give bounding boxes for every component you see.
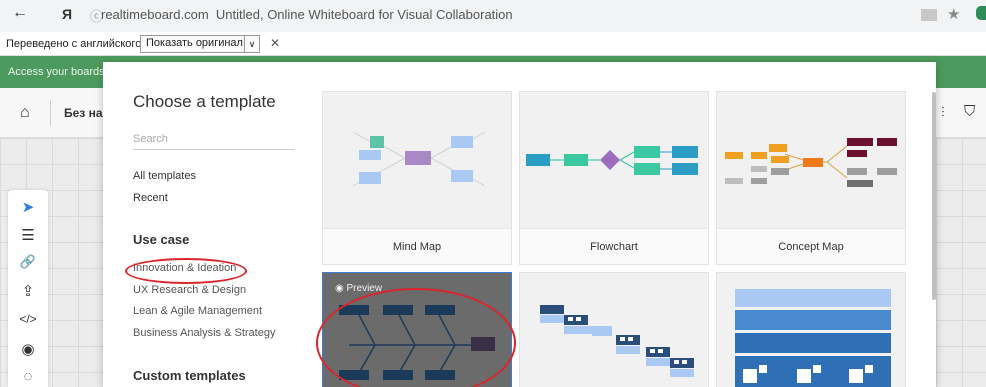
flowchart-preview-icon <box>526 146 698 175</box>
page: ← Я ⓒ realtimeboard.com Untitled, Online… <box>0 0 986 387</box>
modal-scrollbar[interactable] <box>932 92 936 300</box>
flowchart-thumbnail <box>520 92 708 228</box>
template-picker-modal: Choose a template All templates Recent U… <box>103 62 936 387</box>
template-sidebar: Choose a template All templates Recent U… <box>103 62 308 387</box>
kanban-thumbnail <box>717 273 905 387</box>
banner-text: Access your boards <box>8 66 105 78</box>
home-icon[interactable]: ⌂ <box>20 104 30 122</box>
highlight-annotation <box>125 258 247 284</box>
translate-close-icon[interactable]: ✕ <box>270 36 280 50</box>
concept-map-preview-icon <box>725 138 897 187</box>
browser-toolbar: ← Я ⓒ realtimeboard.com Untitled, Online… <box>0 0 986 32</box>
eye-icon[interactable]: ◉ <box>8 340 48 358</box>
roadmap-thumbnail <box>520 273 708 387</box>
toolbar-divider <box>50 100 51 126</box>
mind-map-thumbnail <box>323 92 511 228</box>
learning-hat-icon[interactable]: ⛉ <box>964 103 975 120</box>
template-card-mind-map[interactable]: Mind Map <box>322 91 512 265</box>
translate-bar: Переведено с английского Показать оригин… <box>0 32 986 56</box>
modal-title: Choose a template <box>133 92 276 111</box>
nav-all-templates[interactable]: All templates <box>133 170 196 182</box>
preview-highlight-annotation <box>316 288 516 387</box>
nav-ux-research-design[interactable]: UX Research & Design <box>133 284 246 296</box>
comment-icon[interactable]: ◌ <box>8 368 48 385</box>
link-icon[interactable]: 🔗 <box>8 254 48 270</box>
card-label-flowchart: Flowchart <box>520 228 708 264</box>
back-arrow-icon[interactable]: ← <box>12 4 28 22</box>
nav-lean-agile[interactable]: Lean & Agile Management <box>133 305 262 317</box>
card-label-mind-map: Mind Map <box>323 228 511 264</box>
frame-icon[interactable]: ☰ <box>8 226 48 244</box>
extension-icon[interactable] <box>921 9 937 21</box>
template-card-concept-map[interactable]: Concept Map <box>716 91 906 265</box>
template-card-roadmap[interactable] <box>519 272 709 387</box>
nav-business-analysis[interactable]: Business Analysis & Strategy <box>133 327 275 339</box>
template-card-kanban[interactable] <box>716 272 906 387</box>
concept-map-thumbnail <box>717 92 905 228</box>
board-name[interactable]: Без наз <box>64 106 109 120</box>
nav-recent[interactable]: Recent <box>133 192 168 204</box>
card-label-concept-map: Concept Map <box>717 228 905 264</box>
select-arrow-icon[interactable]: ➤ <box>8 198 48 216</box>
yandex-icon[interactable]: Я <box>62 6 72 22</box>
left-toolbar: ➤ ☰ 🔗 ⇪ </> ◉ ◌ <box>8 190 48 387</box>
use-case-heading: Use case <box>133 232 190 247</box>
profile-icon[interactable] <box>976 6 986 20</box>
url-domain: realtimeboard.com <box>101 7 209 22</box>
address-bar[interactable]: realtimeboard.com Untitled, Online White… <box>101 7 513 22</box>
settings-sliders-icon[interactable]: ⫶ <box>941 104 945 121</box>
translate-options-dropdown[interactable]: ∨ <box>244 35 260 53</box>
mind-map-preview-icon <box>352 131 486 187</box>
show-original-button[interactable]: Показать оригинал <box>140 35 249 53</box>
bookmark-star-icon[interactable]: ★ <box>947 5 960 23</box>
template-card-flowchart[interactable]: Flowchart <box>519 91 709 265</box>
template-search-input[interactable] <box>133 128 295 150</box>
translate-status: Переведено с английского <box>6 38 142 50</box>
tab-title: Untitled, Online Whiteboard for Visual C… <box>215 7 513 22</box>
kanban-preview-icon <box>735 289 891 387</box>
roadmap-preview-icon <box>540 305 694 377</box>
custom-templates-heading: Custom templates <box>133 368 246 383</box>
embed-code-icon[interactable]: </> <box>8 312 48 326</box>
upload-icon[interactable]: ⇪ <box>8 282 48 300</box>
